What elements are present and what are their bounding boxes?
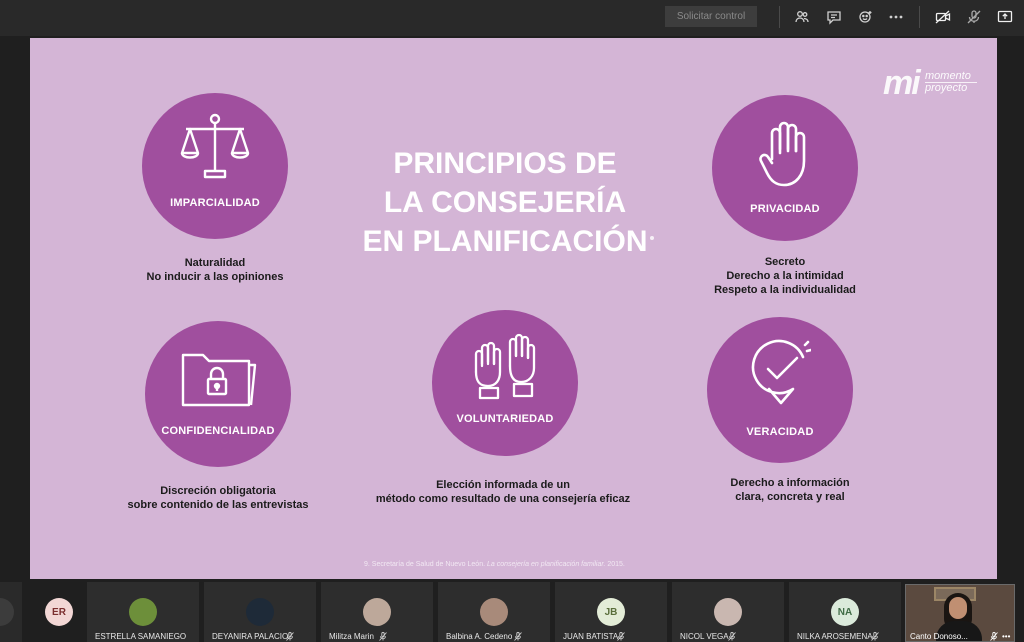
participant-tile[interactable]: NICOL VEGA	[672, 582, 784, 642]
mic-muted-icon	[871, 632, 879, 641]
scales-icon	[180, 113, 250, 179]
shared-slide: mi momento proyecto PRINCIPIOS DE LA CON…	[30, 38, 997, 579]
avatar-initials: ER	[52, 606, 66, 618]
participant-name: DEYANIRA PALACIO	[212, 632, 289, 641]
logo-line2: proyecto	[925, 82, 968, 94]
principle-desc-voluntariedad: Elección informada de un método como res…	[348, 478, 658, 506]
desc-line: Naturalidad	[184, 257, 246, 269]
raised-hands-icon	[474, 333, 536, 400]
desc-line: sobre contenido de las entrevistas	[127, 499, 309, 511]
principle-desc-confidencialidad: Discreción obligatoria sobre contenido d…	[100, 484, 336, 512]
logo-mark: mi	[883, 64, 921, 102]
participant-name: ESTRELLA SAMANIEGO	[95, 632, 187, 641]
principle-label: VERACIDAD	[746, 426, 814, 438]
desc-line: clara, concreta y real	[735, 491, 845, 503]
desc-line: Derecho a información	[730, 477, 850, 489]
desc-line: Respeto a la individualidad	[714, 284, 856, 296]
participant-tile[interactable]: Militza Marin	[321, 582, 433, 642]
avatar	[246, 598, 274, 626]
principle-circle-imparcialidad: IMPARCIALIDAD	[142, 93, 288, 239]
principle-circle-voluntariedad: VOLUNTARIEDAD	[432, 310, 578, 456]
person-face	[949, 597, 967, 619]
participant-tile[interactable]: ESTRELLA SAMANIEGO	[87, 582, 275, 642]
camera-off-icon[interactable]	[932, 6, 954, 28]
principle-desc-privacidad: Secreto Derecho a la intimidad Respeto a…	[685, 255, 885, 297]
toolbar-divider	[779, 6, 780, 28]
participant-tile[interactable]: ER	[30, 582, 90, 642]
avatar-initials: JB	[604, 606, 618, 618]
desc-line: No inducir a las opiniones	[146, 271, 284, 283]
principle-label: IMPARCIALIDAD	[170, 197, 260, 209]
participant-name: Balbina A. Cedeno	[446, 632, 513, 641]
mic-muted-icon	[728, 632, 736, 641]
participants-icon[interactable]	[791, 6, 813, 28]
avatar-initials: NA	[837, 606, 853, 618]
participant-tile[interactable]: NA NILKA AROSEMENA	[789, 582, 901, 642]
self-video-name: Canto Donoso...	[910, 632, 968, 641]
toolbar-divider	[919, 6, 920, 28]
desc-line: método como resultado de una consejería …	[375, 493, 631, 505]
folder-lock-icon	[181, 353, 257, 407]
mic-muted-icon	[514, 632, 522, 641]
mic-off-icon[interactable]	[963, 6, 985, 28]
footnote-source: 9. Secretaría de Salud de Nuevo León.	[364, 561, 486, 568]
principle-circle-confidencialidad: CONFIDENCIALIDAD	[145, 321, 291, 467]
more-icon[interactable]: •••	[1002, 632, 1010, 641]
desc-line: Discreción obligatoria	[160, 485, 276, 497]
avatar	[129, 598, 157, 626]
avatar: NA	[831, 598, 859, 626]
check-badge-icon	[751, 339, 811, 405]
avatar: JB	[597, 598, 625, 626]
principle-label: VOLUNTARIEDAD	[456, 413, 554, 425]
desc-line: Derecho a la intimidad	[726, 270, 844, 282]
principle-label: PRIVACIDAD	[750, 203, 820, 215]
title-line: PRINCIPIOS DE	[393, 147, 617, 180]
title-line: LA CONSEJERÍA	[383, 186, 627, 219]
principle-label: CONFIDENCIALIDAD	[161, 425, 275, 437]
participant-name: NICOL VEGA	[680, 632, 729, 641]
title-dot	[650, 236, 654, 240]
hand-icon	[759, 121, 806, 187]
participant-tile[interactable]: JB JUAN BATISTA	[555, 582, 667, 642]
avatar	[0, 598, 14, 626]
avatar: ER	[45, 598, 73, 626]
participant-name: Militza Marin	[329, 632, 374, 641]
participant-name: NILKA AROSEMENA	[797, 632, 873, 641]
participant-tile[interactable]: DEYANIRA PALACIO	[204, 582, 316, 642]
principle-desc-veracidad: Derecho a información clara, concreta y …	[690, 476, 890, 504]
principle-desc-imparcialidad: Naturalidad No inducir a las opiniones	[115, 256, 315, 284]
share-screen-icon[interactable]	[994, 6, 1016, 28]
slide-title: PRINCIPIOS DE LA CONSEJERÍA EN PLANIFICA…	[330, 144, 680, 261]
participant-name: JUAN BATISTA	[563, 632, 619, 641]
desc-line: Elección informada de un	[436, 479, 570, 491]
title-line: EN PLANIFICACIÓN	[362, 225, 648, 258]
avatar	[363, 598, 391, 626]
footnote-title: La consejería en planificación familiar.	[486, 561, 606, 568]
more-options-icon[interactable]	[885, 6, 907, 28]
mic-muted-icon	[990, 632, 998, 641]
principle-circle-privacidad: PRIVACIDAD	[712, 95, 858, 241]
meeting-toolbar: Solicitar control	[0, 0, 1024, 36]
mic-muted-icon	[379, 632, 387, 641]
desc-line: Secreto	[764, 256, 806, 268]
slide-footnote: 9. Secretaría de Salud de Nuevo León. La…	[364, 561, 625, 568]
principle-circle-veracidad: VERACIDAD	[707, 317, 853, 463]
mic-muted-icon	[286, 632, 294, 641]
footnote-year: 2015.	[607, 561, 625, 568]
mic-muted-icon	[617, 632, 625, 641]
participant-tile-partial[interactable]	[0, 582, 22, 642]
momento-proyecto-logo: mi momento proyecto	[883, 64, 983, 102]
participant-tile[interactable]: Balbina A. Cedeno	[438, 582, 550, 642]
self-video-tile[interactable]: Canto Donoso... •••	[905, 584, 1015, 642]
meeting-window: Solicitar control mi momento proyecto PR…	[0, 0, 1024, 642]
participants-strip: ER ESTRELLA SAMANIEGO DEYANIRA PALACIO M…	[0, 582, 1024, 642]
avatar	[714, 598, 742, 626]
chat-icon[interactable]	[823, 6, 845, 28]
logo-line1: momento	[925, 70, 971, 82]
reactions-icon[interactable]	[855, 6, 877, 28]
avatar	[480, 598, 508, 626]
request-control-button[interactable]: Solicitar control	[665, 6, 757, 27]
